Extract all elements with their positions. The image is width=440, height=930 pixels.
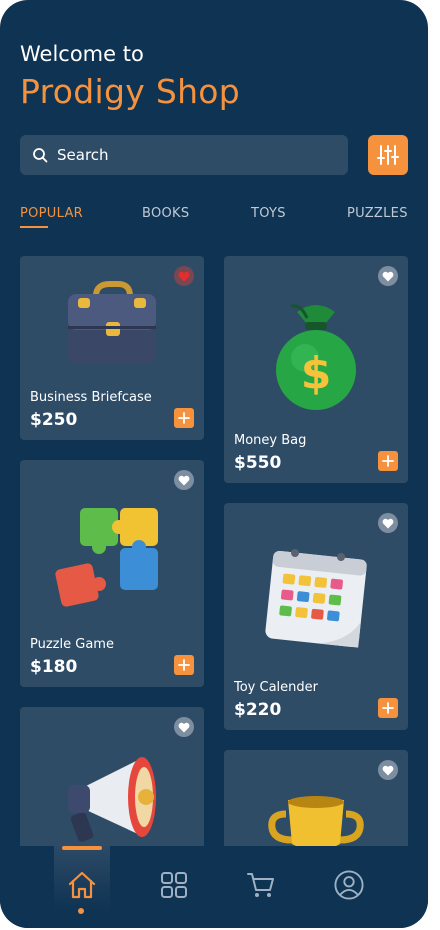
product-image [20, 504, 204, 616]
megaphone-icon [68, 757, 156, 842]
category-tabs: POPULAR BOOKS TOYS PUZZLES [20, 206, 408, 230]
nav-profile[interactable] [334, 870, 364, 900]
product-price: $220 [234, 700, 282, 720]
product-price: $550 [234, 453, 282, 473]
active-tab-indicator [20, 226, 48, 228]
plus-icon [178, 412, 190, 424]
shop-title: Prodigy Shop [20, 72, 241, 111]
plus-icon [178, 659, 190, 671]
product-price: $250 [30, 410, 78, 430]
nav-categories[interactable] [159, 870, 189, 900]
active-nav-indicator [62, 846, 102, 850]
tab-popular[interactable]: POPULAR [20, 206, 83, 221]
product-card[interactable]: Business Briefcase $250 [20, 256, 204, 440]
heart-icon [382, 271, 394, 281]
app-screen: Welcome to Prodigy Shop Search POPULAR B… [0, 0, 428, 928]
cart-icon [247, 873, 274, 897]
favorite-button[interactable] [378, 266, 398, 286]
product-image [224, 547, 408, 651]
heart-icon [178, 475, 190, 485]
add-to-cart-button[interactable] [378, 698, 398, 718]
product-image [224, 794, 408, 854]
add-to-cart-button[interactable] [378, 451, 398, 471]
favorite-button[interactable] [378, 760, 398, 780]
puzzle-icon [55, 508, 158, 607]
add-to-cart-button[interactable] [174, 655, 194, 675]
heart-icon [382, 765, 394, 775]
product-name: Puzzle Game [30, 637, 114, 652]
trophy-icon [268, 796, 364, 851]
favorite-button[interactable] [378, 513, 398, 533]
tab-toys[interactable]: TOYS [251, 206, 286, 221]
add-to-cart-button[interactable] [174, 408, 194, 428]
product-name: Toy Calender [234, 680, 318, 695]
briefcase-icon [68, 281, 156, 364]
filter-button[interactable] [368, 135, 408, 175]
search-placeholder: Search [57, 146, 109, 164]
search-input[interactable]: Search [20, 135, 348, 175]
tab-puzzles[interactable]: PUZZLES [347, 206, 408, 221]
sliders-icon [377, 145, 399, 165]
home-icon [68, 871, 96, 899]
tab-books[interactable]: BOOKS [142, 206, 189, 221]
product-card[interactable]: Toy Calender $220 [224, 503, 408, 730]
search-icon [33, 148, 48, 163]
nav-cart[interactable] [246, 870, 276, 900]
product-price: $180 [30, 657, 78, 677]
bottom-navigation [0, 846, 428, 928]
favorite-button[interactable] [174, 717, 194, 737]
nav-home[interactable] [67, 870, 97, 900]
heart-icon [382, 518, 394, 528]
favorite-button[interactable] [174, 470, 194, 490]
product-name: Business Briefcase [30, 390, 152, 405]
greeting-text: Welcome to [20, 42, 144, 66]
plus-icon [382, 455, 394, 467]
profile-icon [334, 870, 364, 900]
product-card[interactable]: $ Money Bag $550 [224, 256, 408, 483]
plus-icon [382, 702, 394, 714]
calendar-icon [265, 549, 367, 648]
product-image [20, 751, 204, 847]
money-bag-icon: $ [276, 304, 356, 410]
product-card[interactable]: Puzzle Game $180 [20, 460, 204, 687]
product-name: Money Bag [234, 433, 307, 448]
product-image [20, 278, 204, 370]
heart-icon [178, 722, 190, 732]
product-image: $ [224, 298, 408, 414]
active-nav-dot [78, 908, 84, 914]
grid-icon [161, 872, 187, 898]
svg-text:$: $ [301, 348, 332, 399]
